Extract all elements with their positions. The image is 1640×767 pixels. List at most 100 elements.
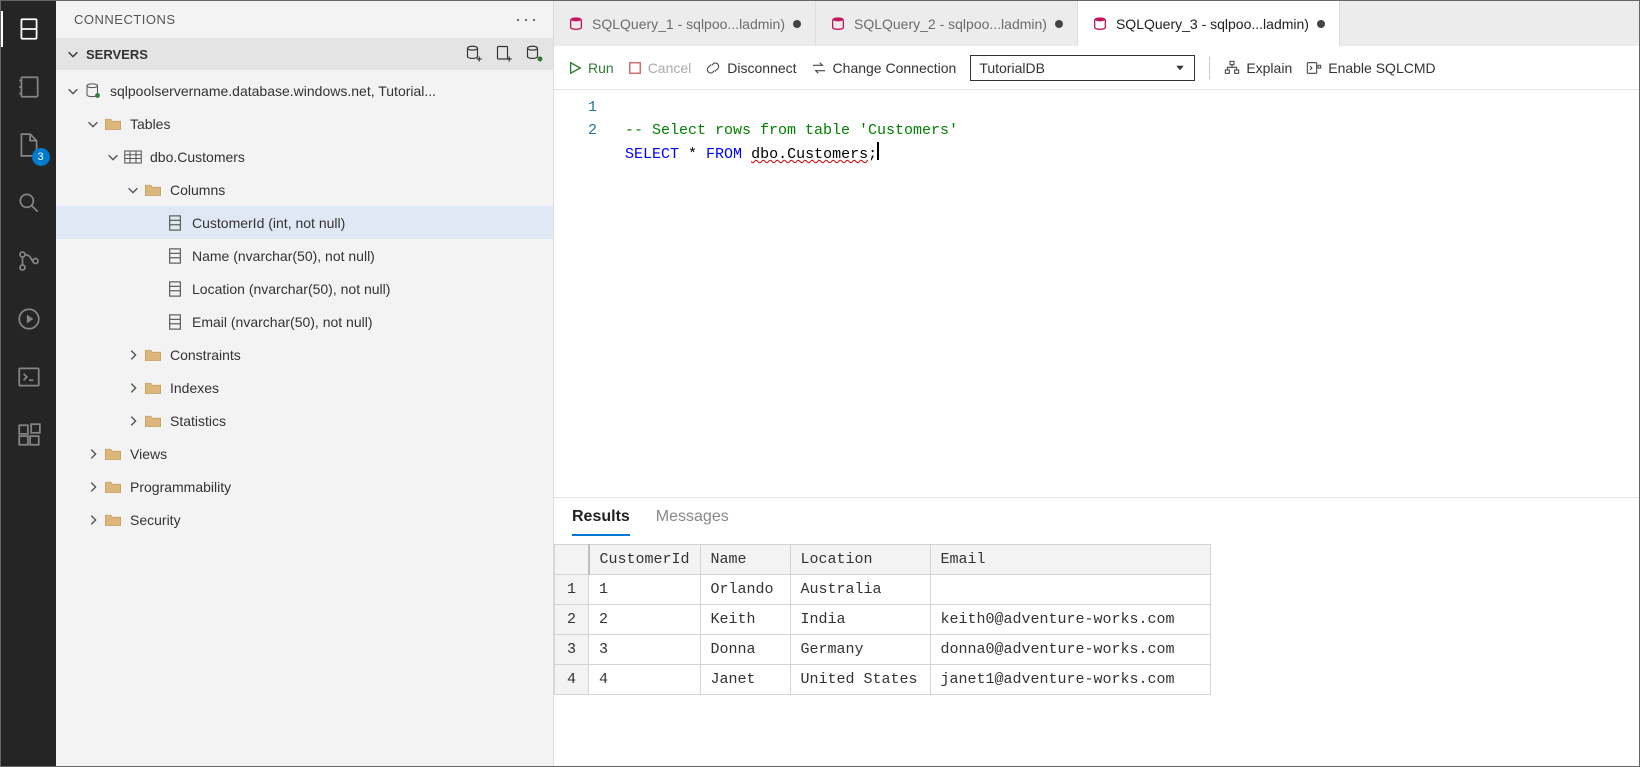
tree-label: Location (nvarchar(50), not null) xyxy=(192,281,390,297)
disconnect-label: Disconnect xyxy=(727,60,796,76)
folder-icon xyxy=(102,447,124,461)
result-tabs: Results Messages xyxy=(554,498,1639,536)
cell[interactable]: India xyxy=(790,605,930,635)
folder-icon xyxy=(102,513,124,527)
tab-sqlquery-1[interactable]: SQLQuery_1 - sqlpoo...ladmin) xyxy=(554,1,816,46)
tree-server[interactable]: sqlpoolservername.database.windows.net, … xyxy=(56,74,553,107)
tree-constraints[interactable]: Constraints xyxy=(56,338,553,371)
tree-indexes[interactable]: Indexes xyxy=(56,371,553,404)
tree-label: Programmability xyxy=(130,479,231,495)
tree-label: Tables xyxy=(130,116,170,132)
cancel-label: Cancel xyxy=(648,60,692,76)
run-label: Run xyxy=(588,60,614,76)
header-customerid[interactable]: CustomerId xyxy=(589,545,701,575)
change-connection-button[interactable]: Change Connection xyxy=(811,60,957,76)
cell[interactable]: keith0@adventure-works.com xyxy=(930,605,1210,635)
results-grid-wrap[interactable]: CustomerId Name Location Email 1 1 Orlan… xyxy=(554,536,1639,766)
tree-column-name[interactable]: Name (nvarchar(50), not null) xyxy=(56,239,553,272)
tree-column-customerid[interactable]: CustomerId (int, not null) xyxy=(56,206,553,239)
chevron-right-icon xyxy=(84,511,102,529)
tree-programmability[interactable]: Programmability xyxy=(56,470,553,503)
chevron-right-icon xyxy=(84,478,102,496)
tree-table-dbo[interactable]: dbo.Customers xyxy=(56,140,553,173)
database-icon xyxy=(568,16,584,32)
servers-section[interactable]: SERVERS xyxy=(56,38,553,70)
table-row[interactable]: 3 3 Donna Germany donna0@adventure-works… xyxy=(555,635,1211,665)
new-server-icon[interactable] xyxy=(525,44,545,64)
table-icon xyxy=(122,150,144,164)
column-icon xyxy=(164,281,186,297)
disconnect-button[interactable]: Disconnect xyxy=(705,60,796,76)
code-content[interactable]: -- Select rows from table 'Customers' SE… xyxy=(609,90,1639,497)
run-button[interactable]: Run xyxy=(568,60,614,76)
tab-label: SQLQuery_1 - sqlpoo...ladmin) xyxy=(592,16,785,32)
folder-icon xyxy=(142,183,164,197)
unsaved-dot-icon xyxy=(1055,20,1063,28)
activity-source-control[interactable] xyxy=(11,243,47,279)
activity-extensions[interactable] xyxy=(11,417,47,453)
tree-label: Views xyxy=(130,446,167,462)
sql-editor[interactable]: 1 2 -- Select rows from table 'Customers… xyxy=(554,90,1639,497)
header-name[interactable]: Name xyxy=(700,545,790,575)
activity-run-debug[interactable] xyxy=(11,301,47,337)
activity-connections[interactable] xyxy=(11,11,47,47)
tree-security[interactable]: Security xyxy=(56,503,553,536)
results-panel: Results Messages CustomerId Name Locatio… xyxy=(554,497,1639,766)
database-select[interactable]: TutorialDB xyxy=(970,55,1195,81)
sidebar: CONNECTIONS ··· SERVERS sqlpoolservernam… xyxy=(56,1,554,766)
explain-button[interactable]: Explain xyxy=(1224,60,1292,76)
tab-sqlquery-2[interactable]: SQLQuery_2 - sqlpoo...ladmin) xyxy=(816,1,1078,46)
tab-label: SQLQuery_2 - sqlpoo...ladmin) xyxy=(854,16,1047,32)
cell[interactable]: 4 xyxy=(589,665,701,695)
cell[interactable]: Orlando xyxy=(700,575,790,605)
tree-statistics[interactable]: Statistics xyxy=(56,404,553,437)
header-email[interactable]: Email xyxy=(930,545,1210,575)
row-number: 1 xyxy=(555,575,589,605)
cell[interactable]: United States xyxy=(790,665,930,695)
tab-results[interactable]: Results xyxy=(572,508,630,536)
activity-notebook[interactable] xyxy=(11,69,47,105)
tree-label: dbo.Customers xyxy=(150,149,245,165)
cell[interactable]: 2 xyxy=(589,605,701,635)
table-row[interactable]: 1 1 Orlando Australia xyxy=(555,575,1211,605)
more-icon[interactable]: ··· xyxy=(515,9,539,30)
tree-label: Security xyxy=(130,512,181,528)
database-selected: TutorialDB xyxy=(979,60,1045,76)
cell[interactable]: 1 xyxy=(589,575,701,605)
chevron-down-icon xyxy=(1174,62,1186,74)
cancel-button[interactable]: Cancel xyxy=(628,60,692,76)
tree-label: Indexes xyxy=(170,380,219,396)
activity-search[interactable] xyxy=(11,185,47,221)
tab-sqlquery-3[interactable]: SQLQuery_3 - sqlpoo...ladmin) xyxy=(1078,1,1340,46)
table-row[interactable]: 4 4 Janet United States janet1@adventure… xyxy=(555,665,1211,695)
tab-messages[interactable]: Messages xyxy=(656,508,729,536)
cell[interactable]: donna0@adventure-works.com xyxy=(930,635,1210,665)
folder-icon xyxy=(142,348,164,362)
activity-terminal[interactable] xyxy=(11,359,47,395)
tree-tables[interactable]: Tables xyxy=(56,107,553,140)
new-group-icon[interactable] xyxy=(495,44,515,64)
cell[interactable]: Keith xyxy=(700,605,790,635)
tree-label: Name (nvarchar(50), not null) xyxy=(192,248,375,264)
table-row[interactable]: 2 2 Keith India keith0@adventure-works.c… xyxy=(555,605,1211,635)
cell[interactable]: janet1@adventure-works.com xyxy=(930,665,1210,695)
chevron-right-icon xyxy=(124,412,142,430)
tree-views[interactable]: Views xyxy=(56,437,553,470)
cell[interactable]: Janet xyxy=(700,665,790,695)
cell[interactable]: 3 xyxy=(589,635,701,665)
tree-column-email[interactable]: Email (nvarchar(50), not null) xyxy=(56,305,553,338)
explain-label: Explain xyxy=(1246,60,1292,76)
cell[interactable] xyxy=(930,575,1210,605)
header-location[interactable]: Location xyxy=(790,545,930,575)
main-area: SQLQuery_1 - sqlpoo...ladmin) SQLQuery_2… xyxy=(554,1,1639,766)
new-connection-icon[interactable] xyxy=(465,44,485,64)
cell[interactable]: Germany xyxy=(790,635,930,665)
chevron-down-icon xyxy=(124,181,142,199)
enable-sqlcmd-button[interactable]: Enable SQLCMD xyxy=(1306,60,1435,76)
tree-columns[interactable]: Columns xyxy=(56,173,553,206)
cell[interactable]: Donna xyxy=(700,635,790,665)
tree-column-location[interactable]: Location (nvarchar(50), not null) xyxy=(56,272,553,305)
activity-explorer[interactable]: 3 xyxy=(11,127,47,163)
tree-label: Email (nvarchar(50), not null) xyxy=(192,314,373,330)
cell[interactable]: Australia xyxy=(790,575,930,605)
